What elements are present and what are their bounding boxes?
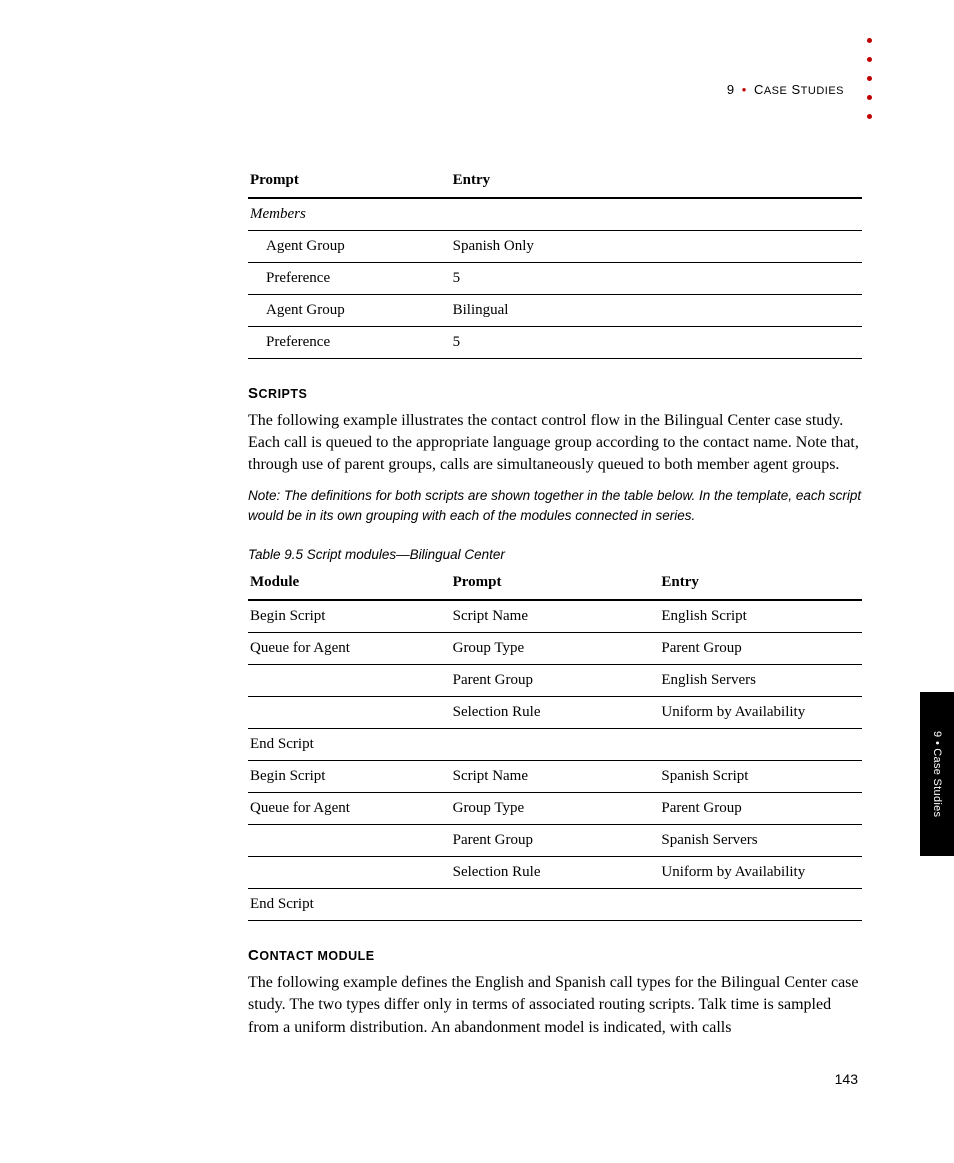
section-label: Members [248, 198, 862, 231]
dot-icon [867, 38, 872, 43]
side-tab-title: Case Studies [931, 748, 943, 817]
table-section-row: Members [248, 198, 862, 231]
contact-body-text: The following example defines the Englis… [248, 972, 862, 1038]
page-number: 143 [835, 1071, 858, 1087]
cell-prompt: Agent Group [248, 231, 451, 263]
table-row: Begin Script Script Name English Script [248, 600, 862, 633]
cell-module: Queue for Agent [248, 633, 451, 665]
cell-prompt: Group Type [451, 633, 660, 665]
table-row: Agent Group Spanish Only [248, 231, 862, 263]
col-header-prompt: Prompt [451, 568, 660, 600]
cell-entry: Parent Group [659, 793, 862, 825]
table-row: Selection Rule Uniform by Availability [248, 697, 862, 729]
table-row: End Script [248, 889, 862, 921]
table-row: Selection Rule Uniform by Availability [248, 857, 862, 889]
table-row: Begin Script Script Name Spanish Script [248, 761, 862, 793]
table-caption: Table 9.5 Script modules—Bilingual Cente… [248, 547, 862, 562]
cell-entry: Spanish Script [659, 761, 862, 793]
cell-entry: Parent Group [659, 633, 862, 665]
cell-prompt: Preference [248, 263, 451, 295]
scripts-note: Note: The definitions for both scripts a… [248, 486, 862, 525]
cell-entry: English Servers [659, 665, 862, 697]
cell-entry [659, 889, 862, 921]
cell-prompt: Selection Rule [451, 697, 660, 729]
dot-icon [867, 95, 872, 100]
contact-module-heading: CONTACT MODULE [248, 947, 862, 964]
cell-entry: 5 [451, 327, 660, 359]
col-header-prompt: Prompt [248, 166, 451, 198]
table-header-row: Prompt Entry [248, 166, 862, 198]
cell-prompt: Group Type [451, 793, 660, 825]
table-row: Agent Group Bilingual [248, 295, 862, 327]
table-row: End Script [248, 729, 862, 761]
cell-module [248, 857, 451, 889]
table-header-row: Module Prompt Entry [248, 568, 862, 600]
cell-module [248, 665, 451, 697]
table-row: Parent Group Spanish Servers [248, 825, 862, 857]
cell-module: Begin Script [248, 600, 451, 633]
cell-module [248, 825, 451, 857]
cell-entry: Uniform by Availability [659, 857, 862, 889]
cell-prompt: Preference [248, 327, 451, 359]
cell-prompt: Selection Rule [451, 857, 660, 889]
col-header-entry: Entry [451, 166, 660, 198]
cell-prompt: Script Name [451, 761, 660, 793]
cell-entry: Spanish Servers [659, 825, 862, 857]
table-row: Queue for Agent Group Type Parent Group [248, 793, 862, 825]
table-row: Preference 5 [248, 327, 862, 359]
cell-entry: English Script [659, 600, 862, 633]
cell-entry: Spanish Only [451, 231, 660, 263]
cell-entry [659, 729, 862, 761]
cell-module [248, 697, 451, 729]
col-header-entry: Entry [659, 568, 862, 600]
cell-entry: Bilingual [451, 295, 660, 327]
cell-module: Begin Script [248, 761, 451, 793]
col-header-module: Module [248, 568, 451, 600]
table-row: Preference 5 [248, 263, 862, 295]
side-tab: 9 • Case Studies [920, 692, 954, 856]
cell-prompt [451, 729, 660, 761]
cell-entry: Uniform by Availability [659, 697, 862, 729]
prompt-entry-table: Prompt Entry Members Agent Group Spanish… [248, 166, 862, 359]
page-content: Prompt Entry Members Agent Group Spanish… [248, 78, 862, 1049]
dot-icon [867, 114, 872, 119]
cell-prompt: Parent Group [451, 825, 660, 857]
cell-prompt: Script Name [451, 600, 660, 633]
table-row: Queue for Agent Group Type Parent Group [248, 633, 862, 665]
dot-icon [867, 57, 872, 62]
cell-module: End Script [248, 729, 451, 761]
table-row: Parent Group English Servers [248, 665, 862, 697]
bullet-icon: • [931, 741, 943, 745]
cell-module: End Script [248, 889, 451, 921]
cell-prompt [451, 889, 660, 921]
scripts-body-text: The following example illustrates the co… [248, 410, 862, 476]
cell-module: Queue for Agent [248, 793, 451, 825]
cell-prompt: Agent Group [248, 295, 451, 327]
side-tab-number: 9 [931, 731, 943, 737]
cell-prompt: Parent Group [451, 665, 660, 697]
decorative-dots [867, 38, 872, 119]
scripts-heading: SCRIPTS [248, 385, 862, 402]
cell-entry: 5 [451, 263, 660, 295]
script-modules-table: Module Prompt Entry Begin Script Script … [248, 568, 862, 921]
dot-icon [867, 76, 872, 81]
